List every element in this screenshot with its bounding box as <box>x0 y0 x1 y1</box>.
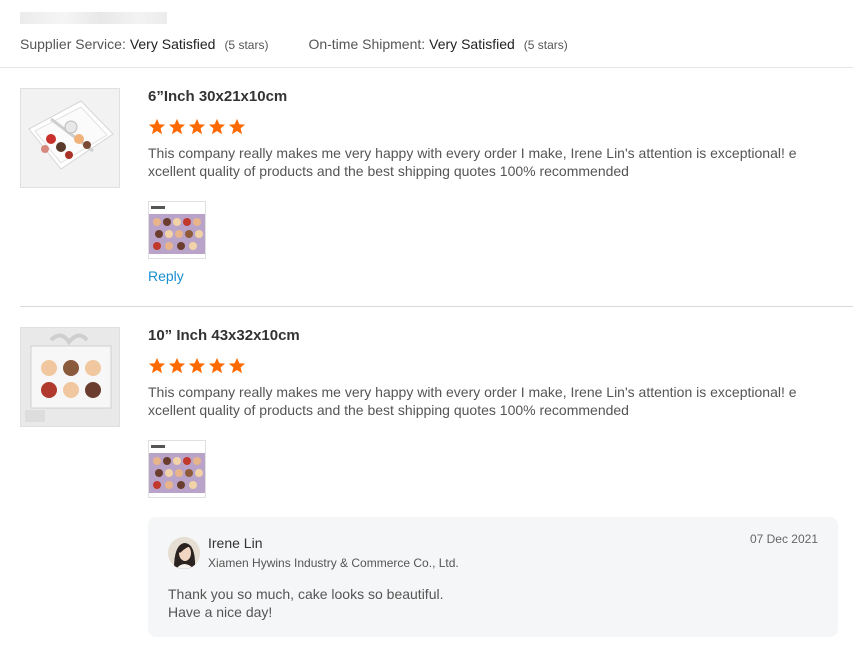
review-body: 6”Inch 30x21x10cm This company really ma… <box>148 88 808 286</box>
review-body: 10” Inch 43x32x10cm This company really … <box>148 327 808 498</box>
avatar <box>168 537 200 569</box>
review-attachment-image[interactable] <box>148 201 206 259</box>
seller-reply-box: Irene Lin Xiamen Hywins Industry & Comme… <box>148 517 838 637</box>
star-icon <box>168 357 186 374</box>
blurred-username <box>20 12 167 24</box>
star-icon <box>228 118 246 135</box>
star-icon <box>148 357 166 374</box>
product-spec: 6”Inch 30x21x10cm <box>148 88 288 105</box>
supplier-service-stars: (5 stars) <box>224 38 269 52</box>
attachment-photo-icon <box>149 202 205 258</box>
reply-link[interactable]: Reply <box>148 268 184 284</box>
on-time-shipment-stars: (5 stars) <box>523 38 568 52</box>
user-avatar-icon <box>168 537 200 569</box>
supplier-service-label: Supplier Service: <box>20 36 126 52</box>
attachment-photo-icon <box>149 441 205 497</box>
star-rating <box>148 357 808 377</box>
cake-box-photo-icon <box>21 89 119 187</box>
seller-name: Irene Lin <box>208 535 263 551</box>
seller-company: Xiamen Hywins Industry & Commerce Co., L… <box>208 556 459 570</box>
on-time-shipment-rating: On-time Shipment: Very Satisfied (5 star… <box>308 36 567 52</box>
supplier-service-rating: Supplier Service: Very Satisfied (5 star… <box>20 36 268 52</box>
star-icon <box>148 118 166 135</box>
star-icon <box>208 357 226 374</box>
star-rating <box>148 118 808 138</box>
product-image[interactable] <box>20 327 120 427</box>
on-time-shipment-value: Very Satisfied <box>429 36 515 52</box>
supplier-service-value: Very Satisfied <box>129 36 216 52</box>
review-divider <box>20 306 853 307</box>
star-icon <box>208 118 226 135</box>
supplier-rating-summary: Supplier Service: Very Satisfied (5 star… <box>20 36 568 52</box>
review-comment: This company really makes me very happy … <box>148 145 797 179</box>
header-divider <box>0 67 853 68</box>
star-icon <box>188 357 206 374</box>
cake-box-photo-icon <box>21 328 119 426</box>
product-image[interactable] <box>20 88 120 188</box>
review-attachment-image[interactable] <box>148 440 206 498</box>
star-icon <box>168 118 186 135</box>
review-comment: This company really makes me very happy … <box>148 384 797 418</box>
star-icon <box>228 357 246 374</box>
star-icon <box>188 118 206 135</box>
reply-message: Thank you so much, cake looks so beautif… <box>168 586 444 620</box>
product-spec: 10” Inch 43x32x10cm <box>148 327 300 344</box>
reply-date: 07 Dec 2021 <box>749 532 818 546</box>
on-time-shipment-label: On-time Shipment: <box>308 36 426 52</box>
